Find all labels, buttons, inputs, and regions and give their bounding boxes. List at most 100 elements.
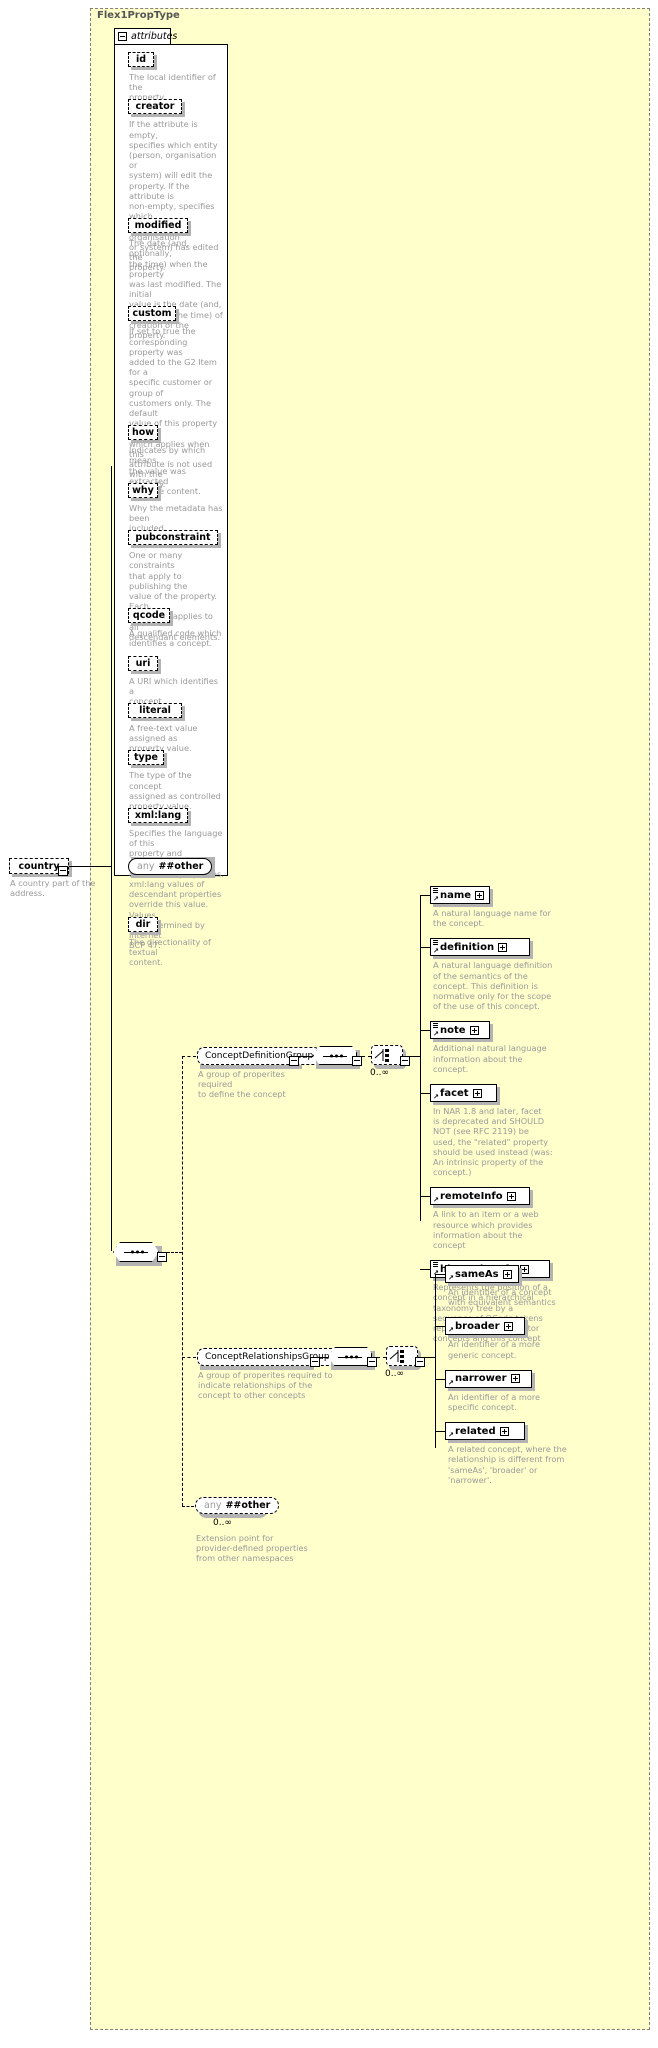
element-expand-icon[interactable] xyxy=(506,1191,516,1201)
element-node[interactable]: ↗ related xyxy=(445,1422,526,1441)
group2-elements-connector xyxy=(425,1357,435,1358)
attribute-node[interactable]: literal xyxy=(128,703,182,718)
spine-vertical-left xyxy=(111,466,112,1251)
element-expand-icon[interactable] xyxy=(472,1088,482,1098)
attribute-node[interactable]: dir xyxy=(128,916,158,932)
element-ref-arrow-icon: ↗ xyxy=(433,895,439,903)
element-expand-icon[interactable] xyxy=(510,1374,520,1384)
element-desc: A related concept, where the relationshi… xyxy=(448,1444,567,1485)
attribute-label: pubconstraint xyxy=(135,532,211,544)
attribute-node[interactable]: creator xyxy=(128,99,182,115)
element-desc: Additional natural language information … xyxy=(433,1043,547,1074)
trailing-any-connector xyxy=(182,1506,194,1507)
group1-sequence-collapse-icon[interactable] xyxy=(352,1051,362,1070)
root-sequence-node[interactable] xyxy=(113,1242,159,1262)
trailing-any-keyword: any xyxy=(204,1500,222,1511)
group2-choice-node[interactable] xyxy=(386,1346,418,1366)
element-node[interactable]: ↗ name xyxy=(430,886,491,904)
attribute-node[interactable]: why xyxy=(128,482,158,498)
element-ref-arrow-icon: ↗ xyxy=(433,1196,439,1205)
element-node[interactable]: ↗ remoteInfo xyxy=(430,1187,530,1206)
group1-choice-node[interactable] xyxy=(371,1045,403,1065)
attribute-node[interactable]: id xyxy=(128,52,154,67)
complextype-title: Flex1PropType xyxy=(97,10,180,21)
group2-cardinality: 0..∞ xyxy=(385,1369,404,1379)
element-label: name xyxy=(440,889,472,901)
attribute-desc: The local identifier of the property. xyxy=(129,72,216,103)
attributes-collapse-icon[interactable] xyxy=(118,32,127,41)
element-node[interactable]: ↗ sameAs xyxy=(445,1265,519,1283)
attribute-label: literal xyxy=(139,705,171,716)
group1-seq-connector xyxy=(299,1056,313,1057)
group2-sequence-node[interactable] xyxy=(328,1347,372,1366)
attribute-node[interactable]: pubconstraint xyxy=(128,530,218,546)
group2-choice-connector xyxy=(377,1357,386,1358)
attribute-node[interactable]: qcode xyxy=(128,608,170,624)
attribute-desc: The directionality of textual content. xyxy=(129,936,211,967)
attribute-label: uri xyxy=(135,657,151,669)
element-expand-icon[interactable] xyxy=(502,1269,512,1279)
attribute-desc: A free-text value assigned as property v… xyxy=(129,723,198,754)
attribute-label: qcode xyxy=(132,610,166,622)
group1-collapse-icon[interactable] xyxy=(289,1051,299,1070)
element-expand-icon[interactable] xyxy=(503,1321,513,1331)
country-label: country xyxy=(18,860,60,872)
schema-diagram-canvas: Flex1PropType attributes id The local ide… xyxy=(0,0,658,2048)
attribute-node[interactable]: uri xyxy=(128,655,158,671)
trailing-any-other[interactable]: any ##other xyxy=(195,1497,280,1514)
group2-desc: A group of properites required to indica… xyxy=(198,1370,333,1401)
group2-choice-collapse-icon[interactable] xyxy=(415,1352,425,1371)
group2-collapse-icon[interactable] xyxy=(310,1352,320,1371)
element-branch-connector xyxy=(435,1326,445,1328)
group1-choice-collapse-icon[interactable] xyxy=(400,1051,410,1070)
element-label: remoteInfo xyxy=(440,1190,503,1202)
attributes-any-other[interactable]: any ##other xyxy=(128,858,213,875)
element-label: definition xyxy=(440,941,495,953)
attribute-node[interactable]: type xyxy=(128,750,164,766)
multiplicity-icon xyxy=(433,1023,438,1029)
attribute-node[interactable]: how xyxy=(128,425,158,441)
attribute-node[interactable]: xml:lang xyxy=(128,808,188,823)
root-sequence-collapse-icon[interactable] xyxy=(157,1247,167,1266)
element-branch-connector xyxy=(435,1431,445,1433)
element-node[interactable]: ↗ facet xyxy=(430,1084,497,1102)
attribute-label: id xyxy=(135,54,147,65)
element-desc: An identifier of a more specific concept… xyxy=(448,1391,541,1412)
element-node[interactable]: ↗ broader xyxy=(445,1317,526,1336)
element-expand-icon[interactable] xyxy=(475,890,485,900)
country-desc: A country part of the address. xyxy=(10,878,96,899)
attribute-label: xml:lang xyxy=(134,810,182,821)
country-connector xyxy=(69,866,112,867)
attribute-desc: A URI which identifies a concept. xyxy=(129,675,218,706)
attribute-desc: Why the metadata has been included. xyxy=(129,502,223,534)
element-label: sameAs xyxy=(455,1268,499,1280)
attributes-tab[interactable]: attributes xyxy=(114,28,177,45)
element-desc: A natural language name for the concept. xyxy=(433,908,551,929)
element-desc: A link to an item or a web resource whic… xyxy=(433,1209,539,1250)
group2-sequence-collapse-icon[interactable] xyxy=(367,1352,377,1371)
element-node[interactable]: ↗ definition xyxy=(430,938,530,957)
group2-seq-connector xyxy=(320,1357,328,1358)
element-expand-icon[interactable] xyxy=(469,1025,479,1035)
attribute-node[interactable]: modified xyxy=(128,218,188,234)
element-expand-icon[interactable] xyxy=(498,942,508,952)
element-desc: An identifier of a concept with equivale… xyxy=(448,1287,556,1308)
attributes-label: attributes xyxy=(131,31,178,42)
element-ref-arrow-icon: ↗ xyxy=(433,1093,439,1101)
element-label: broader xyxy=(455,1320,500,1332)
group1-sequence-node[interactable] xyxy=(313,1046,357,1065)
element-label: facet xyxy=(440,1087,469,1099)
attribute-node[interactable]: custom xyxy=(128,306,176,322)
group1-elements-spine xyxy=(420,896,421,1221)
element-branch-connector xyxy=(435,1378,445,1380)
element-node[interactable]: ↗ note xyxy=(430,1021,491,1040)
attributes-any-wrapper: any ##other xyxy=(128,854,216,878)
group1-elements-connector xyxy=(410,1056,420,1057)
element-label: related xyxy=(455,1425,496,1437)
group1-choice-connector xyxy=(362,1056,371,1057)
element-branch-connector xyxy=(420,1093,430,1094)
group1-desc: A group of properites required to define… xyxy=(198,1069,286,1100)
element-node[interactable]: ↗ narrower xyxy=(445,1369,532,1388)
element-expand-icon[interactable] xyxy=(499,1426,509,1436)
attribute-desc: The type of the concept assigned as cont… xyxy=(129,770,221,811)
